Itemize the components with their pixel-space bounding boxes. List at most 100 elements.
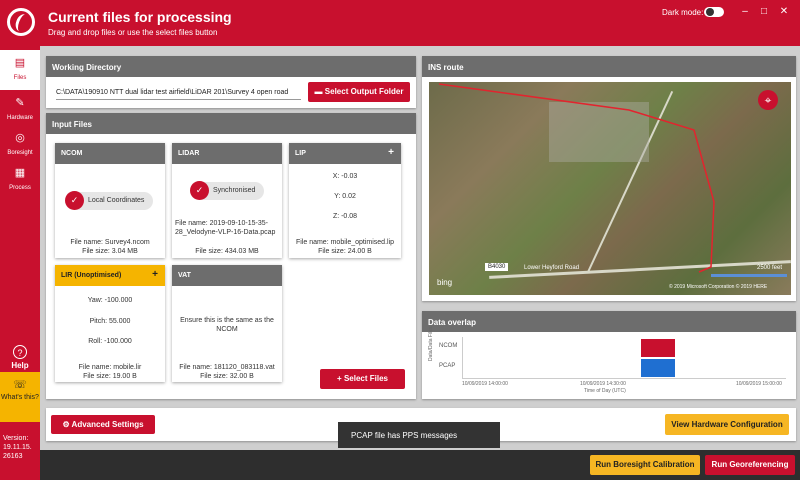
ncom-status-badge: ✓ Local Coordinates (65, 191, 154, 210)
lidar-status-badge: ✓ Synchronised (190, 181, 265, 200)
question-icon: ? (13, 345, 27, 359)
sidebar-item-label: Hardware (6, 115, 33, 121)
map-scale-label: 2500 feet (757, 265, 783, 271)
map-scale-bar (711, 274, 787, 277)
notification-toast: PCAP file has PPS messages (338, 422, 500, 448)
select-files-label: Select Files (343, 374, 388, 383)
vat-file-size: File size: 32.00 B (200, 373, 254, 380)
select-files-button[interactable]: + Select Files (320, 369, 405, 389)
wrench-icon: ✎ (15, 97, 25, 109)
row-label-ncom: NCOM (439, 343, 458, 349)
check-icon: ✓ (65, 191, 84, 210)
minimize-button[interactable]: – (738, 5, 752, 19)
version-label: Version: 19.11.15. 26163 (3, 435, 32, 460)
run-georeferencing-button[interactable]: Run Georeferencing (705, 455, 795, 475)
sidebar-item-process[interactable]: ▦ Process (0, 160, 40, 200)
lip-title-text: LIP (295, 150, 306, 157)
sidebar-item-label: Files (13, 75, 27, 81)
plus-icon: + (337, 374, 342, 383)
ncom-card[interactable]: NCOM ✓ Local Coordinates File name: Surv… (55, 143, 165, 258)
output-path-field[interactable]: C:\DATA\190910 NTT dual lidar test airfi… (56, 86, 301, 100)
file-icon: ▤ (14, 57, 26, 69)
x-axis-label: Time of Day (UTC) (584, 388, 626, 394)
lir-roll-value: Roll: -100.000 (88, 338, 132, 345)
help-label: Help (11, 361, 29, 370)
sidebar-item-label: Process (9, 185, 31, 191)
view-hardware-configuration-button[interactable]: View Hardware Configuration (665, 414, 789, 435)
status-bar: Run Boresight Calibration Run Georeferen… (40, 450, 800, 480)
lir-pitch-value: Pitch: 55.000 (89, 318, 131, 325)
lidar-card[interactable]: LIDAR ✓ Synchronised File name: 2019-09-… (172, 143, 282, 258)
lip-z-value: Z: -0.08 (332, 213, 358, 220)
select-output-folder-label: Select Output Folder (324, 87, 404, 96)
app-logo-icon (7, 8, 35, 36)
page-title: Current files for processing (48, 9, 232, 25)
x-tick-label: 10/09/2019 15:00:00 (736, 381, 782, 387)
vat-note: Ensure this is the same as the NCOM (180, 317, 274, 333)
ncom-file-name: File name: Survey4.ncom (70, 239, 150, 246)
ins-route-map[interactable]: ⌖ B4030 Lower Heyford Road bing 2500 fee… (429, 82, 791, 295)
ins-route-line (438, 83, 715, 273)
overlap-plot-area (462, 337, 786, 379)
folder-icon: ▬ (314, 87, 323, 96)
working-directory-header: Working Directory (46, 56, 416, 77)
lir-title-text: LIR (Unoptimised) (61, 272, 122, 279)
ncom-overlap-bar (641, 339, 675, 357)
advanced-settings-button[interactable]: ⚙ Advanced Settings (51, 415, 155, 434)
maximize-button[interactable]: □ (757, 5, 771, 19)
map-copyright: © 2019 Microsoft Corporation © 2019 HERE (669, 284, 768, 290)
vat-card-title: VAT (172, 265, 282, 286)
calculator-icon: ▦ (14, 167, 26, 179)
lidar-file-name: File name: 2019-09-10-15-35-28_Velodyne-… (175, 220, 276, 236)
lip-card-title: LIP + (289, 143, 401, 164)
lir-file-name: File name: mobile.lir (78, 364, 142, 371)
x-tick-label: 10/09/2019 14:00:00 (462, 381, 508, 387)
vat-card[interactable]: VAT Ensure this is the same as the NCOM … (172, 265, 282, 382)
road-name-label: Lower Heyford Road (524, 265, 580, 271)
recenter-icon[interactable]: ⌖ (758, 90, 778, 110)
whats-this-button[interactable]: ☏ What's this? (0, 372, 40, 422)
add-icon[interactable]: + (388, 147, 394, 158)
road-number-label: B4030 (485, 263, 509, 271)
data-overlap-header: Data overlap (422, 311, 796, 332)
run-boresight-calibration-button[interactable]: Run Boresight Calibration (590, 455, 700, 475)
page-subtitle: Drag and drop files or use the select fi… (48, 28, 218, 37)
vat-file-name: File name: 181120_083118.vat (179, 364, 275, 371)
phone-icon: ☏ (13, 379, 27, 391)
lip-card[interactable]: LIP + X: -0.03 Y: 0.02 Z: -0.08 File name… (289, 143, 401, 258)
close-button[interactable]: ✕ (777, 5, 791, 19)
input-files-header: Input Files (46, 113, 416, 134)
lir-file-size: File size: 19.00 B (83, 373, 137, 380)
lir-card-title: LIR (Unoptimised) + (55, 265, 165, 286)
sidebar-item-hardware[interactable]: ✎ Hardware (0, 90, 40, 130)
sidebar-item-boresight[interactable]: ◎ Boresight (0, 125, 40, 165)
lidar-file-size: File size: 434.03 MB (195, 248, 259, 255)
sidebar: ▤ Files ✎ Hardware ◎ Boresight ▦ Process… (0, 46, 40, 480)
select-output-folder-button[interactable]: ▬ Select Output Folder (308, 82, 410, 102)
target-icon: ◎ (15, 132, 25, 144)
sync-icon: ✓ (190, 181, 209, 200)
ncom-status-text: Local Coordinates (88, 197, 145, 204)
lip-file-name: File name: mobile_optimised.lip (295, 239, 395, 246)
advanced-settings-label: Advanced Settings (71, 420, 144, 429)
lir-card[interactable]: LIR (Unoptimised) + Yaw: -100.000 Pitch: … (55, 265, 165, 382)
whats-this-label: What's this? (1, 394, 39, 401)
sidebar-item-label: Boresight (7, 150, 33, 156)
lidar-card-title: LIDAR (172, 143, 282, 164)
pcap-overlap-bar (641, 359, 675, 377)
lir-yaw-value: Yaw: -100.000 (87, 297, 133, 304)
lip-x-value: X: -0.03 (332, 173, 358, 180)
gear-icon: ⚙ (62, 420, 70, 429)
row-label-pcap: PCAP (439, 363, 456, 369)
dark-mode-label: Dark mode: (662, 8, 704, 17)
lidar-status-text: Synchronised (213, 187, 256, 194)
sidebar-item-files[interactable]: ▤ Files (0, 50, 40, 90)
add-icon[interactable]: + (152, 269, 158, 280)
lip-file-size: File size: 24.00 B (318, 248, 372, 255)
x-tick-label: 10/09/2019 14:30:00 (580, 381, 626, 387)
dark-mode-toggle[interactable] (704, 7, 724, 17)
ins-route-header: INS route (422, 56, 796, 77)
bing-logo: bing (437, 278, 453, 287)
data-overlap-panel: Data overlap Data/Data Files NCOM PCAP 1… (422, 311, 796, 399)
y-axis-label: Data/Data Files (428, 326, 434, 361)
